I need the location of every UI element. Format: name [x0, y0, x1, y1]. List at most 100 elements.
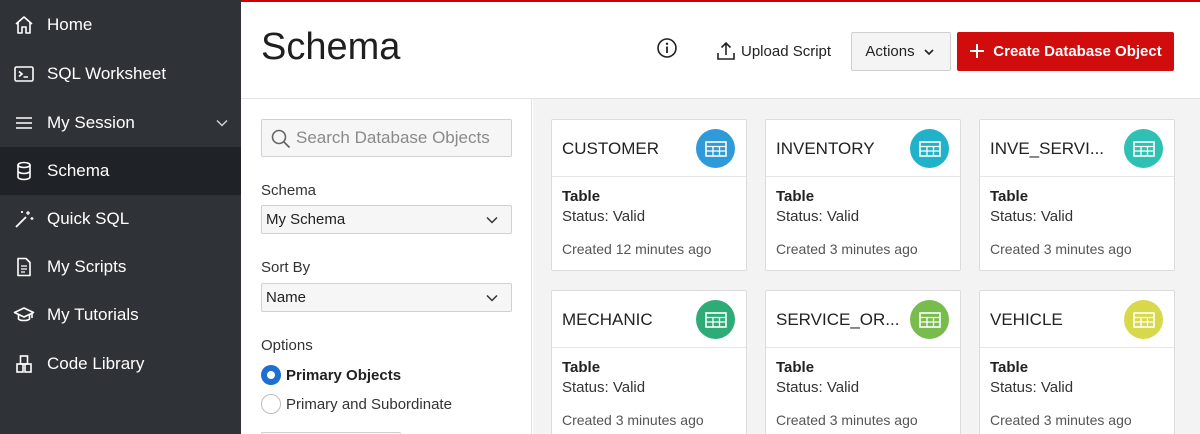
card-header: INVENTORY — [766, 120, 960, 177]
object-name: INVE_SERVI... — [990, 139, 1105, 158]
object-type: Table — [990, 359, 1029, 376]
sidebar-item-sql-worksheet[interactable]: SQL Worksheet — [0, 50, 241, 98]
radio-selected[interactable] — [261, 365, 281, 385]
object-status: Status: Valid — [562, 208, 646, 225]
object-name: CUSTOMER — [562, 139, 659, 158]
object-created: Created 3 minutes ago — [776, 412, 918, 428]
terminal-icon — [12, 62, 36, 86]
chevron-down-icon — [485, 291, 499, 305]
library-icon — [12, 352, 36, 376]
object-card-inve-servi[interactable]: INVE_SERVI... Table Status: Valid Create… — [979, 119, 1175, 271]
table-icon — [696, 129, 735, 168]
object-status: Status: Valid — [562, 379, 646, 396]
object-name: INVENTORY — [776, 139, 875, 158]
object-created: Created 3 minutes ago — [990, 412, 1132, 428]
search-icon — [270, 128, 292, 150]
sort-by-select[interactable]: Name — [261, 283, 512, 312]
magic-wand-icon — [12, 207, 36, 231]
database-icon — [12, 159, 36, 183]
info-button[interactable] — [655, 37, 679, 64]
table-icon — [1124, 129, 1163, 168]
options-label: Options — [261, 337, 313, 354]
object-type: Table — [990, 188, 1029, 205]
schema-select-value: My Schema — [266, 211, 346, 228]
plus-icon — [969, 41, 985, 63]
object-created: Created 3 minutes ago — [776, 241, 918, 257]
object-cards-grid: CUSTOMER Table Status: Valid Created 12 … — [533, 99, 1200, 434]
object-name: MECHANIC — [562, 310, 653, 329]
card-header: MECHANIC — [552, 291, 746, 348]
upload-icon — [715, 40, 737, 62]
sidebar-item-home[interactable]: Home — [0, 1, 241, 49]
card-header: INVE_SERVI... — [980, 120, 1174, 177]
sidebar-item-code-library[interactable]: Code Library — [0, 340, 241, 388]
card-header: SERVICE_OR... — [766, 291, 960, 348]
table-icon — [1124, 300, 1163, 339]
option-primary-objects[interactable]: Primary Objects — [261, 364, 401, 386]
chevron-down-icon[interactable] — [212, 113, 232, 133]
sidebar-item-label: My Scripts — [47, 257, 127, 276]
info-icon — [656, 37, 678, 64]
object-type: Table — [562, 359, 601, 376]
document-icon — [12, 255, 36, 279]
sidebar-item-schema[interactable]: Schema — [0, 147, 241, 195]
sidebar-item-my-session[interactable]: My Session — [0, 99, 241, 147]
object-created: Created 3 minutes ago — [990, 241, 1132, 257]
object-type: Table — [562, 188, 601, 205]
search-input[interactable] — [296, 120, 508, 156]
object-card-inventory[interactable]: INVENTORY Table Status: Valid Created 3 … — [765, 119, 961, 271]
object-card-customer[interactable]: CUSTOMER Table Status: Valid Created 12 … — [551, 119, 747, 271]
object-status: Status: Valid — [990, 379, 1074, 396]
actions-button[interactable]: Actions — [851, 32, 951, 71]
sidebar-item-label: Quick SQL — [47, 209, 130, 228]
sidebar-item-label: Home — [47, 15, 93, 34]
graduation-cap-icon — [12, 303, 36, 327]
object-card-vehicle[interactable]: VEHICLE Table Status: Valid Created 3 mi… — [979, 290, 1175, 434]
sidebar-item-my-scripts[interactable]: My Scripts — [0, 243, 241, 291]
home-icon — [12, 13, 36, 37]
filter-panel: Schema My Schema Sort By Name Options Pr… — [241, 99, 532, 434]
list-icon — [12, 111, 36, 135]
object-created: Created 3 minutes ago — [562, 412, 704, 428]
sidebar-item-label: Code Library — [47, 354, 145, 373]
sort-by-select-value: Name — [266, 289, 307, 306]
option-both-label: Primary and Subordinate — [286, 395, 452, 413]
table-icon — [910, 300, 949, 339]
option-primary-and-subordinate[interactable]: Primary and Subordinate — [261, 393, 452, 415]
create-database-object-button[interactable]: Create Database Object — [957, 32, 1174, 71]
chevron-down-icon — [485, 213, 499, 227]
card-header: CUSTOMER — [552, 120, 746, 177]
sidebar-item-label: Schema — [47, 161, 110, 180]
object-type: Table — [776, 359, 815, 376]
radio-unselected[interactable] — [261, 394, 281, 414]
sort-by-label: Sort By — [261, 259, 311, 276]
create-database-object-label: Create Database Object — [993, 43, 1162, 60]
sidebar-item-my-tutorials[interactable]: My Tutorials — [0, 291, 241, 339]
search-box — [261, 119, 512, 157]
sidebar-item-quick-sql[interactable]: Quick SQL — [0, 195, 241, 243]
page-header: Schema Upload Script Actions Create Data… — [241, 2, 1200, 99]
object-card-service-or[interactable]: SERVICE_OR... Table Status: Valid Create… — [765, 290, 961, 434]
object-status: Status: Valid — [776, 379, 860, 396]
sidebar-item-label: My Tutorials — [47, 305, 139, 324]
sidebar-item-label: SQL Worksheet — [47, 64, 167, 83]
card-header: VEHICLE — [980, 291, 1174, 348]
option-primary-label: Primary Objects — [286, 366, 402, 384]
page-title: Schema — [261, 26, 401, 68]
sidebar: Home SQL Worksheet My Session Schema Qui… — [0, 0, 241, 434]
sidebar-item-label: My Session — [47, 113, 135, 132]
object-status: Status: Valid — [776, 208, 860, 225]
object-status: Status: Valid — [990, 208, 1074, 225]
object-type: Table — [776, 188, 815, 205]
chevron-down-icon — [923, 45, 937, 59]
object-name: SERVICE_OR... — [776, 310, 900, 329]
schema-label: Schema — [261, 182, 317, 199]
object-card-mechanic[interactable]: MECHANIC Table Status: Valid Created 3 m… — [551, 290, 747, 434]
actions-label: Actions — [865, 43, 915, 60]
table-icon — [696, 300, 735, 339]
table-icon — [910, 129, 949, 168]
object-name: VEHICLE — [990, 310, 1063, 329]
upload-script-button[interactable]: Upload Script — [715, 38, 831, 64]
object-created: Created 12 minutes ago — [562, 241, 712, 257]
schema-select[interactable]: My Schema — [261, 205, 512, 234]
